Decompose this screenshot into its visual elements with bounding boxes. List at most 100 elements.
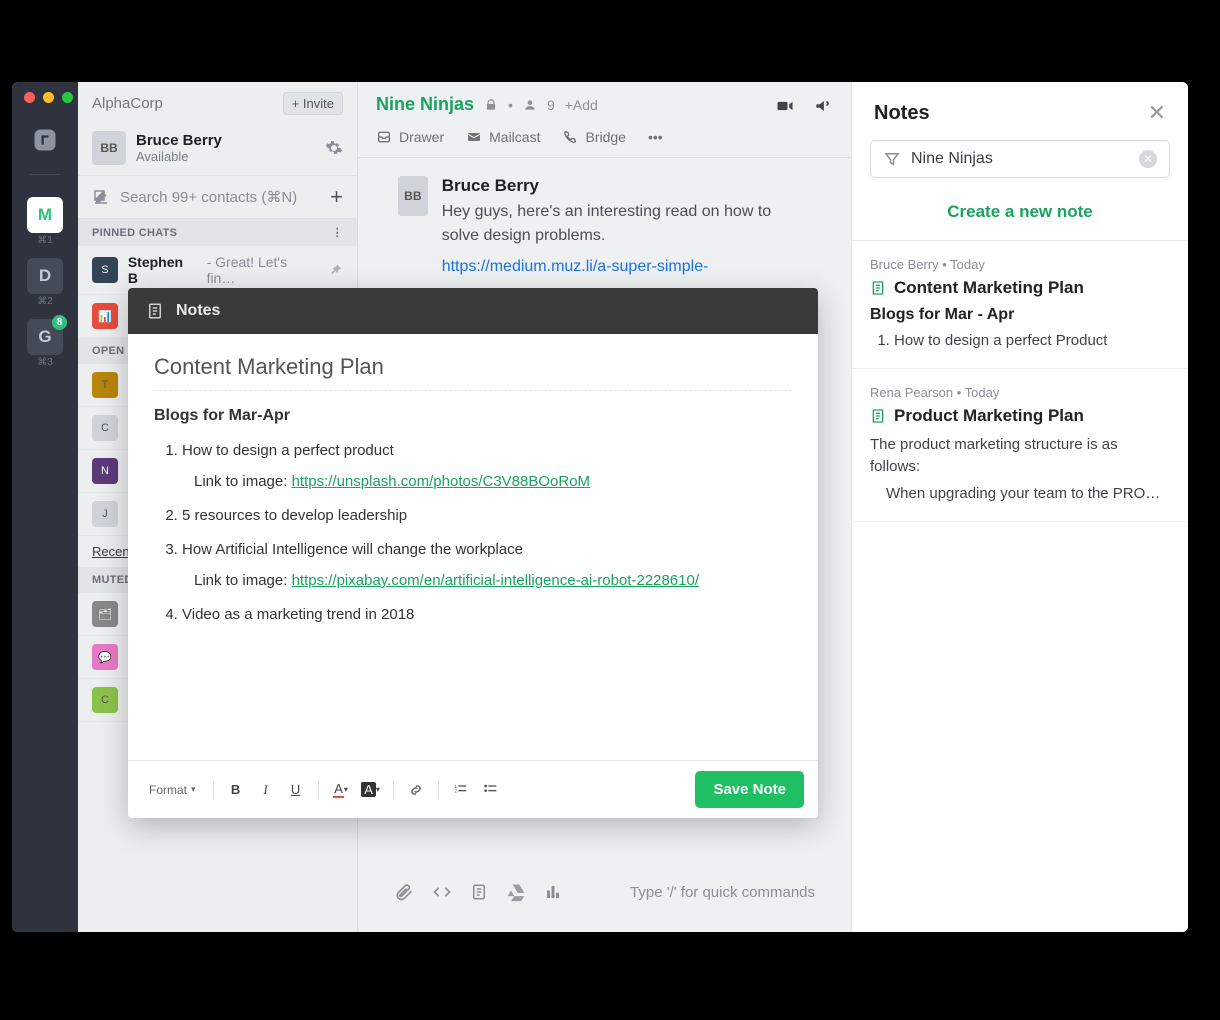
search-row[interactable]: Search 99+ contacts (⌘N) + — [78, 175, 357, 219]
add-member-button[interactable]: +Add — [565, 97, 598, 113]
format-dropdown[interactable]: Format▾ — [142, 778, 203, 802]
note-list-item[interactable]: Rena Pearson • Today Product Marketing P… — [852, 369, 1188, 522]
tab-drawer[interactable]: Drawer — [376, 129, 444, 145]
tab-more[interactable]: ••• — [648, 129, 663, 145]
chat-header: Nine Ninjas • 9 +Add — [358, 82, 851, 121]
search-placeholder: Search 99+ contacts (⌘N) — [120, 188, 297, 206]
drive-icon[interactable] — [506, 882, 526, 902]
note-preview-line: How to design a perfect Product — [894, 330, 1170, 352]
avatar: BB — [398, 176, 428, 216]
link-button[interactable] — [404, 778, 428, 802]
note-section-heading: Blogs for Mar-Apr — [154, 407, 792, 425]
chat-message: BB Bruce Berry Hey guys, here's an inter… — [358, 158, 851, 294]
message-link[interactable]: https://medium.muz.li/a-super-simple- — [442, 258, 709, 275]
chat-tabs: Drawer Mailcast Bridge ••• — [358, 121, 851, 158]
avatar: S — [92, 257, 118, 283]
italic-button[interactable]: I — [254, 778, 278, 802]
poll-icon[interactable] — [544, 883, 562, 901]
note-editor-modal: Notes Content Marketing Plan Blogs for M… — [128, 288, 818, 818]
svg-text:2: 2 — [454, 788, 457, 793]
user-status: Available — [136, 149, 222, 164]
note-editor-body[interactable]: Content Marketing Plan Blogs for Mar-Apr… — [128, 334, 818, 760]
note-link-line: Link to image: https://pixabay.com/en/ar… — [154, 572, 792, 589]
members-icon — [523, 98, 537, 112]
pin-icon[interactable] — [329, 263, 343, 277]
avatar: BB — [92, 131, 126, 165]
note-title-input[interactable]: Content Marketing Plan — [154, 354, 792, 391]
badge: 8 — [52, 315, 67, 330]
notes-panel-title: Notes — [874, 102, 930, 125]
workspace-tile-g[interactable]: G8 ⌘3 — [27, 319, 63, 368]
note-subtitle: Blogs for Mar - Apr — [870, 306, 1170, 324]
note-list-line: How to design a perfect product — [182, 439, 792, 463]
workspace-kbd: ⌘2 — [37, 296, 53, 307]
workspace-rail: M ⌘1 D ⌘2 G8 ⌘3 — [12, 82, 78, 932]
editor-toolbar: Format▾ B I U A▾ A▾ 12 Save Note — [128, 760, 818, 818]
workspace-tile-m[interactable]: M ⌘1 — [27, 197, 63, 246]
note-link-line: Link to image: https://unsplash.com/phot… — [154, 473, 792, 490]
create-note-button[interactable]: Create a new note — [852, 192, 1188, 241]
channel-title[interactable]: Nine Ninjas — [376, 94, 474, 115]
note-icon — [146, 302, 164, 320]
note-icon — [870, 408, 886, 424]
note-meta: Bruce Berry • Today — [870, 257, 1170, 272]
clear-icon[interactable]: ✕ — [1139, 150, 1157, 168]
app-logo-icon[interactable] — [27, 122, 63, 158]
note-list-line: 5 resources to develop leadership — [182, 504, 792, 528]
attach-icon[interactable] — [394, 882, 414, 902]
save-note-button[interactable]: Save Note — [695, 771, 804, 808]
avatar: 📊 — [92, 303, 118, 329]
close-icon[interactable]: ✕ — [1148, 100, 1166, 126]
window-close[interactable] — [24, 92, 35, 103]
note-meta: Rena Pearson • Today — [870, 385, 1170, 400]
note-list-item[interactable]: Bruce Berry • Today Content Marketing Pl… — [852, 241, 1188, 369]
note-title: Product Marketing Plan — [894, 406, 1084, 426]
ordered-list-button[interactable]: 12 — [449, 778, 473, 802]
note-icon[interactable] — [470, 883, 488, 901]
drawer-icon — [376, 129, 392, 145]
notes-search-value: Nine Ninjas — [911, 150, 993, 168]
note-link[interactable]: https://unsplash.com/photos/C3V88BOoRoM — [292, 473, 591, 490]
tab-mailcast[interactable]: Mailcast — [466, 129, 540, 145]
member-count: 9 — [547, 97, 555, 113]
lock-icon — [484, 98, 498, 112]
phone-icon — [562, 129, 578, 145]
speaker-icon[interactable] — [813, 96, 833, 116]
note-editor-header-title: Notes — [176, 302, 220, 320]
tab-bridge[interactable]: Bridge — [562, 129, 625, 145]
window-maximize[interactable] — [62, 92, 73, 103]
bold-button[interactable]: B — [224, 778, 248, 802]
message-author: Bruce Berry — [442, 176, 811, 196]
invite-button[interactable]: + Invite — [283, 92, 343, 115]
plus-icon[interactable]: + — [330, 184, 343, 210]
note-preview-body: The product marketing structure is as fo… — [870, 434, 1170, 478]
compose-icon[interactable] — [92, 188, 110, 206]
code-icon[interactable] — [432, 882, 452, 902]
video-icon[interactable] — [775, 96, 795, 116]
note-link[interactable]: https://pixabay.com/en/artificial-intell… — [292, 572, 699, 589]
chat-preview: - Great! Let's fin… — [207, 254, 319, 286]
org-name: AlphaCorp — [92, 95, 163, 112]
unordered-list-button[interactable] — [479, 778, 503, 802]
user-name: Bruce Berry — [136, 132, 222, 149]
composer-hint: Type '/' for quick commands — [630, 884, 815, 901]
more-icon[interactable]: ⋮ — [332, 226, 343, 239]
notes-search[interactable]: Nine Ninjas ✕ — [870, 140, 1170, 178]
workspace-tile-d[interactable]: D ⌘2 — [27, 258, 63, 307]
mail-icon — [466, 129, 482, 145]
underline-button[interactable]: U — [284, 778, 308, 802]
note-icon — [870, 280, 886, 296]
highlight-button[interactable]: A▾ — [359, 778, 383, 802]
current-user[interactable]: BB Bruce Berry Available — [78, 125, 357, 175]
window-minimize[interactable] — [43, 92, 54, 103]
note-list-line: How Artificial Intelligence will change … — [182, 538, 792, 562]
workspace-kbd: ⌘3 — [37, 357, 53, 368]
text-color-button[interactable]: A▾ — [329, 778, 353, 802]
section-pinned: PINNED CHATS ⋮ — [78, 219, 357, 246]
filter-icon — [883, 150, 901, 168]
note-preview-line: When upgrading your team to the PRO… — [870, 483, 1170, 505]
gear-icon[interactable] — [325, 139, 343, 157]
composer[interactable]: Type '/' for quick commands — [358, 862, 851, 932]
notes-panel: Notes ✕ Nine Ninjas ✕ Create a new note … — [851, 82, 1188, 932]
note-title: Content Marketing Plan — [894, 278, 1084, 298]
